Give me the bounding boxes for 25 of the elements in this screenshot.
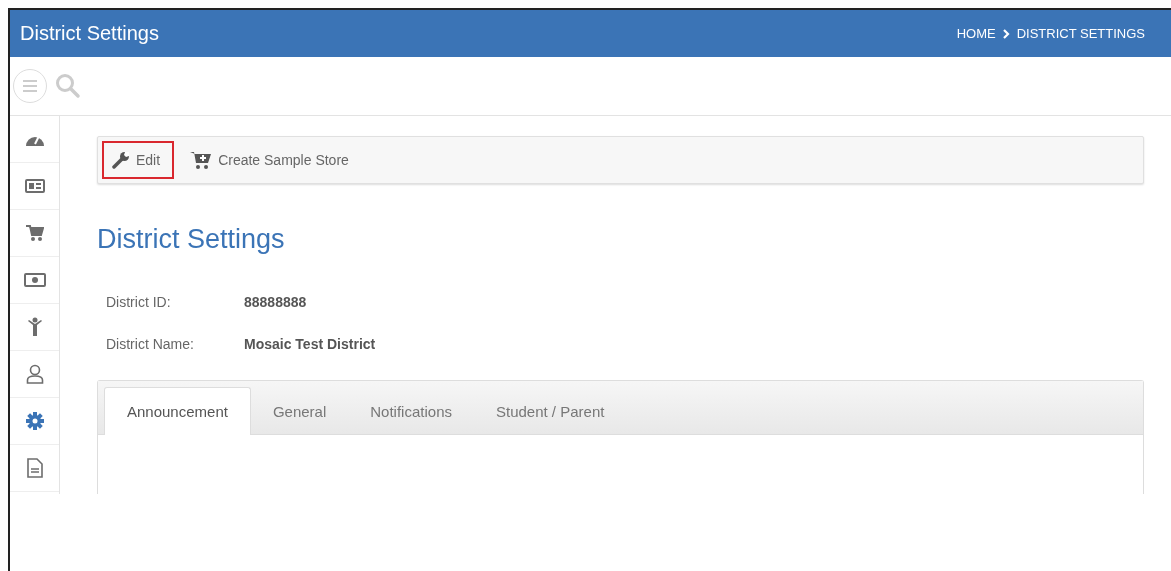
field-label: District Name: xyxy=(106,336,195,352)
tab[interactable]: Notifications xyxy=(348,388,474,434)
tab[interactable]: Announcement xyxy=(104,387,251,435)
field-value: Mosaic Test District xyxy=(244,336,376,352)
edit-button[interactable]: Edit xyxy=(102,141,175,179)
id-card-icon xyxy=(24,179,45,193)
page-header-title: District Settings xyxy=(20,22,159,45)
chevron-icon xyxy=(1002,28,1010,39)
cart-plus-icon xyxy=(190,150,213,170)
breadcrumb-link[interactable]: DISTRICT SETTINGS xyxy=(1016,26,1145,41)
child-icon xyxy=(26,317,43,337)
field-value: 88888888 xyxy=(244,294,307,310)
banknote-icon xyxy=(23,273,46,287)
breadcrumb-link[interactable]: HOME xyxy=(956,26,996,41)
menu-icon xyxy=(22,80,38,92)
page-title: District Settings xyxy=(97,224,286,255)
gear-icon xyxy=(25,412,44,430)
field-label: District ID: xyxy=(106,294,172,310)
tab[interactable]: Student / Parent xyxy=(474,388,627,434)
cart-icon xyxy=(25,224,44,242)
user-icon xyxy=(25,364,44,384)
document-icon xyxy=(26,458,43,478)
tab[interactable]: General xyxy=(250,388,349,434)
create-store-button[interactable]: Create Sample Store xyxy=(180,141,363,179)
wrench-icon xyxy=(112,151,130,169)
